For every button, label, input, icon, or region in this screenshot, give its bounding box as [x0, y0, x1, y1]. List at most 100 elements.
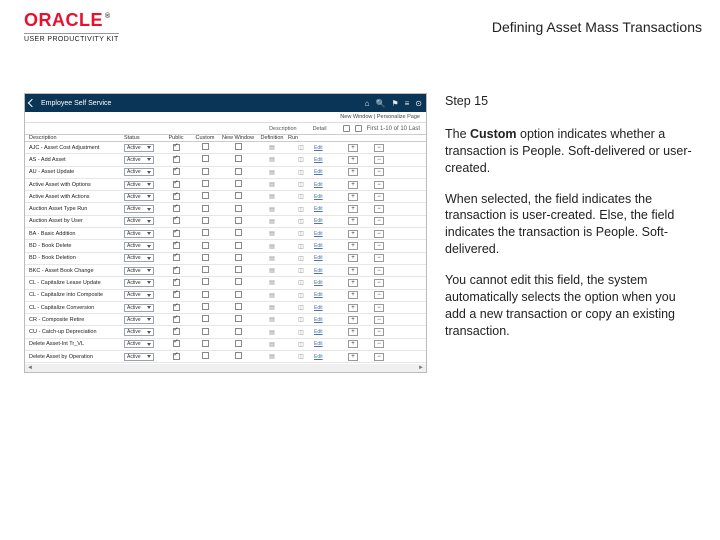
- add-row-button[interactable]: +: [340, 267, 366, 275]
- col-description[interactable]: Description: [29, 135, 124, 141]
- status-dropdown[interactable]: Active: [124, 353, 162, 361]
- run-icon[interactable]: [288, 292, 314, 299]
- run-icon[interactable]: [288, 304, 314, 311]
- public-checkbox[interactable]: [162, 254, 190, 262]
- status-dropdown[interactable]: Active: [124, 279, 162, 287]
- add-row-button[interactable]: +: [340, 279, 366, 287]
- tab-detail[interactable]: Detail: [313, 126, 327, 132]
- grid-pager[interactable]: First 1-10 of 10 Last: [367, 126, 420, 132]
- col-status[interactable]: Status: [124, 135, 162, 141]
- run-icon[interactable]: [288, 353, 314, 360]
- run-icon[interactable]: [288, 218, 314, 225]
- delete-row-button[interactable]: −: [366, 193, 392, 201]
- definition-icon[interactable]: [256, 144, 288, 151]
- public-checkbox[interactable]: [162, 316, 190, 324]
- delete-row-button[interactable]: −: [366, 267, 392, 275]
- window-links[interactable]: New Window | Personalize Page: [25, 112, 426, 123]
- custom-checkbox[interactable]: [190, 315, 220, 324]
- delete-row-button[interactable]: −: [366, 168, 392, 176]
- scroll-left-icon[interactable]: ◄: [27, 365, 33, 371]
- definition-icon[interactable]: [256, 169, 288, 176]
- definition-icon[interactable]: [256, 304, 288, 311]
- definition-icon[interactable]: [256, 353, 288, 360]
- run-icon[interactable]: [288, 341, 314, 348]
- custom-checkbox[interactable]: [190, 291, 220, 300]
- edit-link[interactable]: Edit: [314, 268, 340, 274]
- add-row-button[interactable]: +: [340, 144, 366, 152]
- new-window-checkbox[interactable]: [220, 155, 256, 164]
- new-window-checkbox[interactable]: [220, 291, 256, 300]
- search-icon[interactable]: 🔍: [375, 99, 385, 108]
- delete-row-button[interactable]: −: [366, 328, 392, 336]
- custom-checkbox[interactable]: [190, 217, 220, 226]
- add-row-button[interactable]: +: [340, 340, 366, 348]
- definition-icon[interactable]: [256, 218, 288, 225]
- add-row-button[interactable]: +: [340, 291, 366, 299]
- new-window-checkbox[interactable]: [220, 315, 256, 324]
- status-dropdown[interactable]: Active: [124, 340, 162, 348]
- definition-icon[interactable]: [256, 292, 288, 299]
- delete-row-button[interactable]: −: [366, 156, 392, 164]
- edit-link[interactable]: Edit: [314, 206, 340, 212]
- edit-link[interactable]: Edit: [314, 157, 340, 163]
- edit-link[interactable]: Edit: [314, 255, 340, 261]
- custom-checkbox[interactable]: [190, 143, 220, 152]
- status-dropdown[interactable]: Active: [124, 267, 162, 275]
- public-checkbox[interactable]: [162, 267, 190, 275]
- col-new-window[interactable]: New Window: [220, 135, 256, 141]
- public-checkbox[interactable]: [162, 217, 190, 225]
- col-custom[interactable]: Custom: [190, 135, 220, 141]
- add-row-button[interactable]: +: [340, 193, 366, 201]
- status-dropdown[interactable]: Active: [124, 304, 162, 312]
- new-window-checkbox[interactable]: [220, 303, 256, 312]
- edit-link[interactable]: Edit: [314, 243, 340, 249]
- delete-row-button[interactable]: −: [366, 217, 392, 225]
- run-icon[interactable]: [288, 144, 314, 151]
- definition-icon[interactable]: [256, 156, 288, 163]
- run-icon[interactable]: [288, 230, 314, 237]
- status-dropdown[interactable]: Active: [124, 316, 162, 324]
- edit-link[interactable]: Edit: [314, 329, 340, 335]
- custom-checkbox[interactable]: [190, 180, 220, 189]
- status-dropdown[interactable]: Active: [124, 181, 162, 189]
- status-dropdown[interactable]: Active: [124, 168, 162, 176]
- edit-link[interactable]: Edit: [314, 292, 340, 298]
- definition-icon[interactable]: [256, 341, 288, 348]
- horizontal-scrollbar[interactable]: ◄ ►: [25, 364, 426, 372]
- add-row-button[interactable]: +: [340, 168, 366, 176]
- custom-checkbox[interactable]: [190, 205, 220, 214]
- menu-icon[interactable]: ≡: [405, 99, 410, 108]
- status-dropdown[interactable]: Active: [124, 328, 162, 336]
- actions-icon[interactable]: ⊙: [415, 99, 422, 108]
- definition-icon[interactable]: [256, 193, 288, 200]
- custom-checkbox[interactable]: [190, 155, 220, 164]
- definition-icon[interactable]: [256, 230, 288, 237]
- new-window-checkbox[interactable]: [220, 192, 256, 201]
- delete-row-button[interactable]: −: [366, 254, 392, 262]
- new-window-checkbox[interactable]: [220, 340, 256, 349]
- edit-link[interactable]: Edit: [314, 341, 340, 347]
- run-icon[interactable]: [288, 193, 314, 200]
- edit-link[interactable]: Edit: [314, 194, 340, 200]
- delete-row-button[interactable]: −: [366, 144, 392, 152]
- custom-checkbox[interactable]: [190, 352, 220, 361]
- add-row-button[interactable]: +: [340, 353, 366, 361]
- status-dropdown[interactable]: Active: [124, 193, 162, 201]
- custom-checkbox[interactable]: [190, 266, 220, 275]
- edit-link[interactable]: Edit: [314, 231, 340, 237]
- delete-row-button[interactable]: −: [366, 230, 392, 238]
- run-icon[interactable]: [288, 206, 314, 213]
- add-row-button[interactable]: +: [340, 242, 366, 250]
- new-window-checkbox[interactable]: [220, 217, 256, 226]
- status-dropdown[interactable]: Active: [124, 242, 162, 250]
- definition-icon[interactable]: [256, 206, 288, 213]
- edit-link[interactable]: Edit: [314, 354, 340, 360]
- run-icon[interactable]: [288, 279, 314, 286]
- public-checkbox[interactable]: [162, 340, 190, 348]
- add-row-button[interactable]: +: [340, 254, 366, 262]
- edit-link[interactable]: Edit: [314, 218, 340, 224]
- delete-row-button[interactable]: −: [366, 279, 392, 287]
- definition-icon[interactable]: [256, 267, 288, 274]
- new-window-checkbox[interactable]: [220, 266, 256, 275]
- add-row-button[interactable]: +: [340, 181, 366, 189]
